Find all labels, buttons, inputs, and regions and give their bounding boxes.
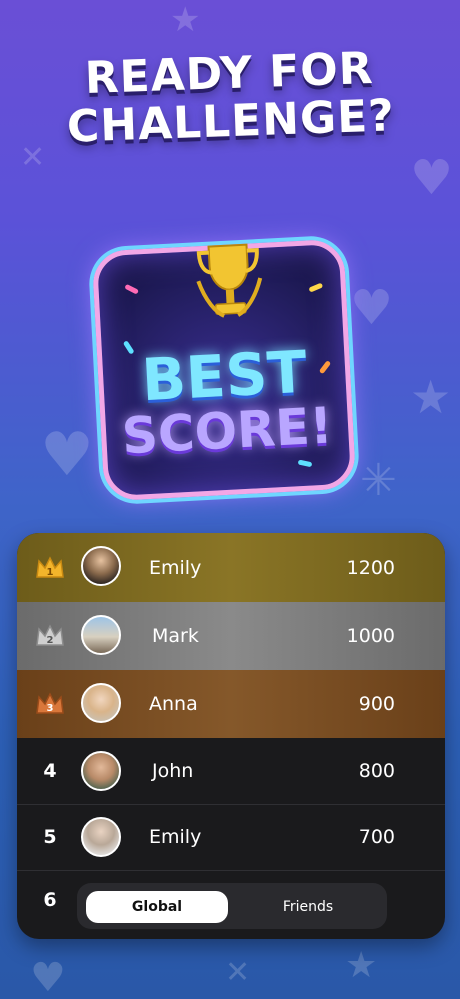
confetti bbox=[124, 283, 140, 295]
player-name: Mark bbox=[152, 625, 199, 647]
tab-global[interactable]: Global bbox=[86, 891, 228, 923]
leaderboard-row-3[interactable]: 3 Anna 900 bbox=[17, 670, 445, 738]
bronze-crown-icon: 3 bbox=[35, 670, 65, 738]
tab-friends[interactable]: Friends bbox=[237, 891, 379, 923]
heart-decoration-icon: ♥ bbox=[410, 150, 454, 206]
leaderboard-scope-toggle: Global Friends bbox=[77, 883, 387, 929]
svg-text:1: 1 bbox=[47, 567, 54, 578]
sparkle-decoration-icon: ✳ bbox=[360, 455, 397, 506]
star-decoration-icon: ★ bbox=[345, 945, 378, 986]
confetti bbox=[297, 459, 313, 468]
player-name: Anna bbox=[149, 693, 198, 715]
svg-text:2: 2 bbox=[47, 635, 54, 646]
cross-decoration-icon: ✕ bbox=[225, 955, 251, 990]
player-score: 1000 bbox=[346, 625, 395, 647]
rank-number: 4 bbox=[43, 760, 57, 782]
rank-number: 6 bbox=[43, 889, 57, 911]
silver-crown-icon: 2 bbox=[35, 602, 65, 670]
star-decoration-icon: ★ bbox=[170, 0, 201, 40]
heart-decoration-icon: ♥ bbox=[30, 955, 66, 999]
player-name: John bbox=[152, 760, 194, 782]
headline: READY FOR CHALLENGE? bbox=[0, 42, 460, 154]
svg-text:3: 3 bbox=[47, 703, 54, 714]
avatar bbox=[81, 615, 121, 655]
player-score: 900 bbox=[358, 693, 395, 715]
best-score-badge: BEST SCORE! bbox=[91, 238, 357, 502]
player-name: Emily bbox=[149, 556, 202, 579]
avatar bbox=[81, 683, 121, 723]
player-score: 800 bbox=[358, 760, 395, 782]
gold-crown-icon: 1 bbox=[35, 533, 65, 602]
trophy-icon bbox=[196, 243, 263, 318]
badge-title-score: SCORE! bbox=[120, 396, 334, 466]
leaderboard-row-5[interactable]: 5 Emily 700 bbox=[17, 804, 445, 870]
leaderboard: 1 Emily 1200 2 Mark 1000 3 Anna 900 4 Jo… bbox=[17, 533, 445, 939]
rank-number: 5 bbox=[43, 826, 57, 848]
star-decoration-icon: ★ bbox=[410, 370, 452, 424]
heart-decoration-icon: ♥ bbox=[40, 420, 94, 490]
leaderboard-row-2[interactable]: 2 Mark 1000 bbox=[17, 602, 445, 670]
heart-decoration-icon: ♥ bbox=[350, 280, 394, 336]
player-score: 1200 bbox=[346, 556, 395, 579]
avatar bbox=[81, 751, 121, 791]
player-name: Emily bbox=[149, 826, 202, 848]
confetti bbox=[308, 282, 324, 293]
avatar bbox=[81, 546, 121, 586]
leaderboard-row-1[interactable]: 1 Emily 1200 bbox=[17, 533, 445, 602]
avatar bbox=[81, 817, 121, 857]
leaderboard-row-4[interactable]: 4 John 800 bbox=[17, 738, 445, 804]
player-score: 700 bbox=[358, 826, 395, 848]
